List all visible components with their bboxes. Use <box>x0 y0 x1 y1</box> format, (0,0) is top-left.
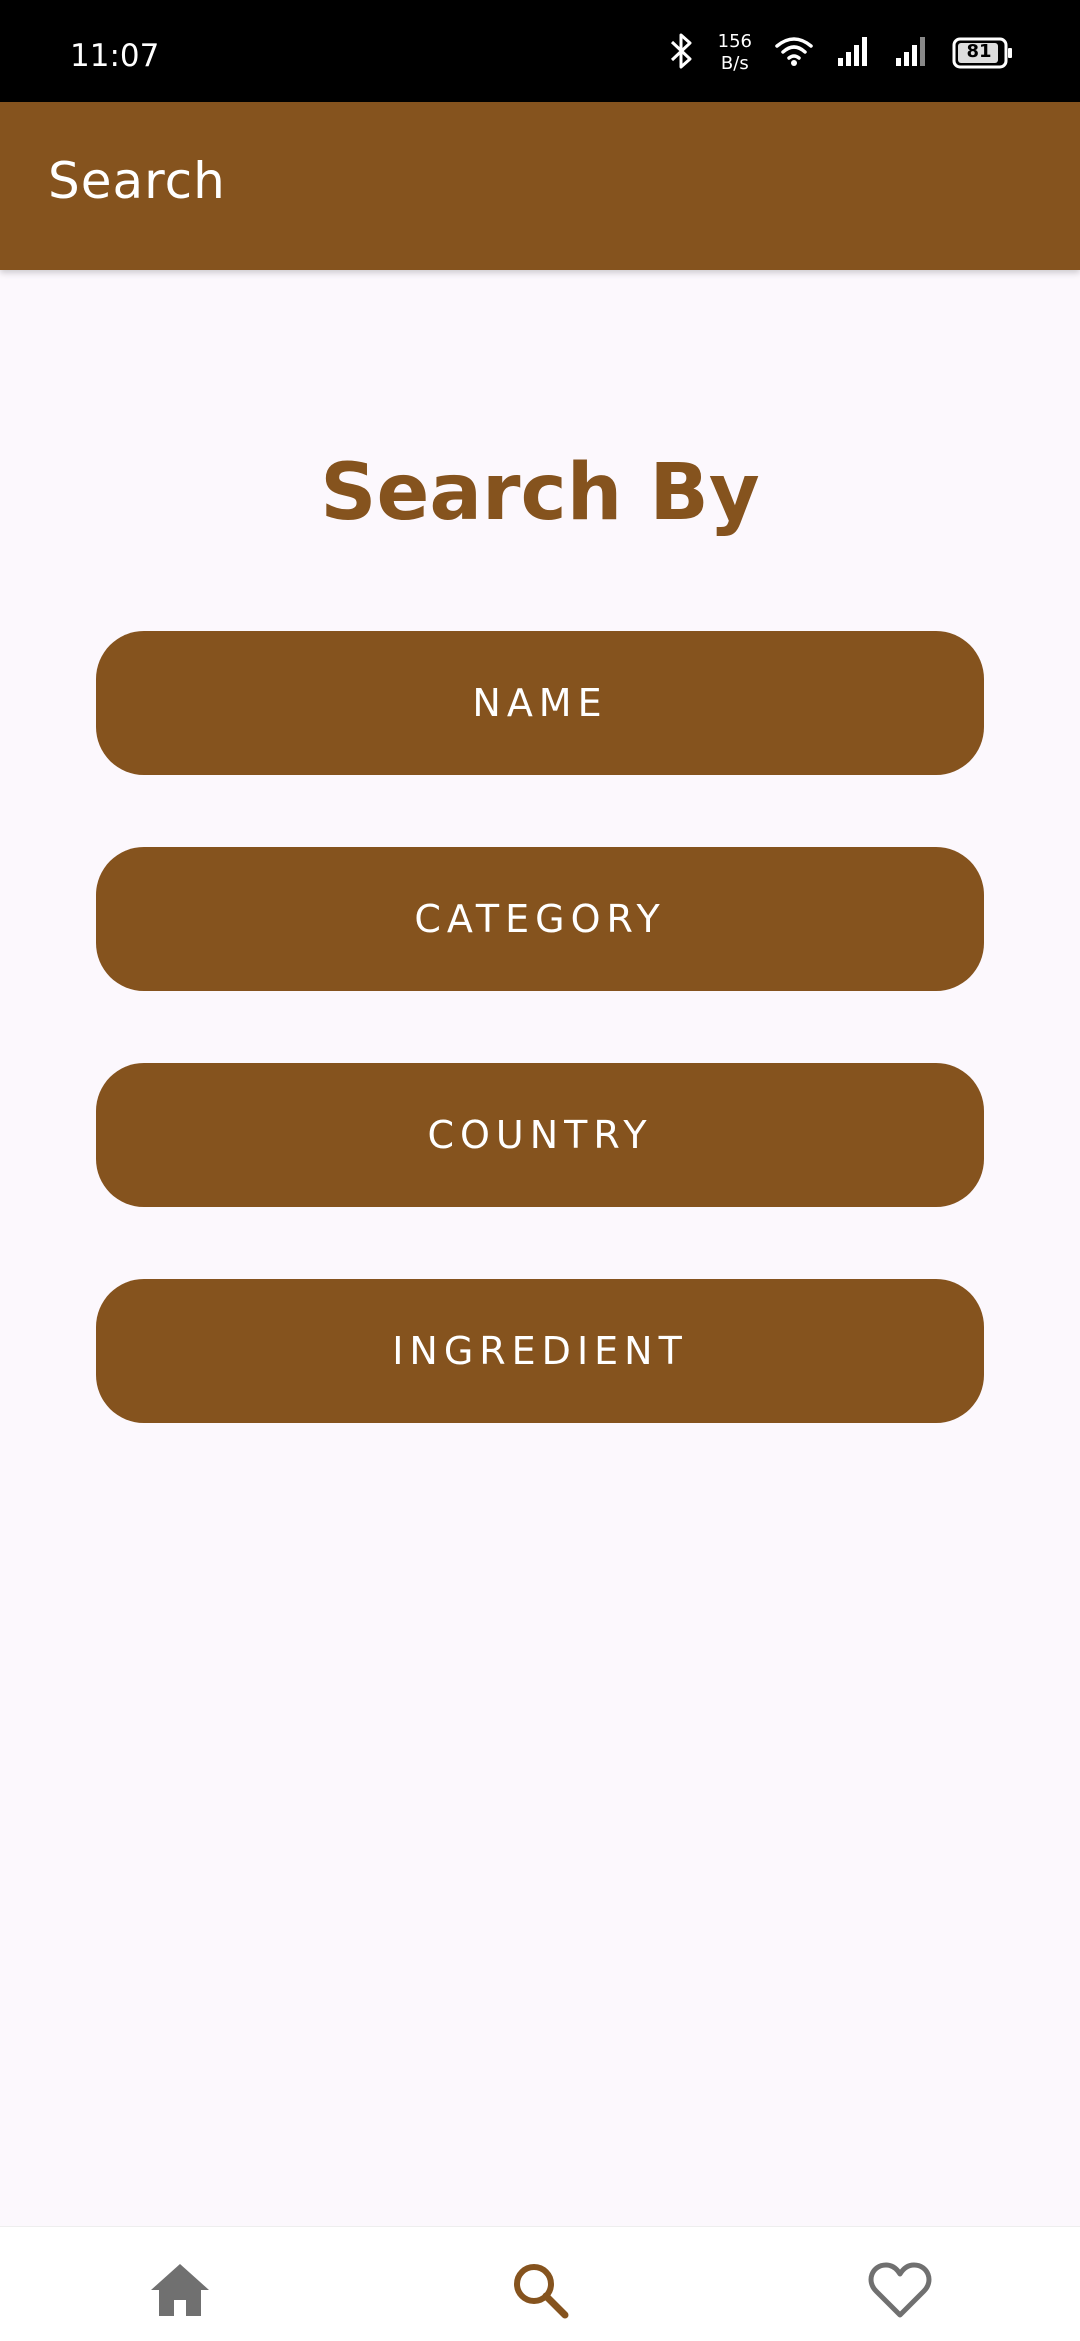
button-label: NAME <box>472 681 608 725</box>
signal-icon <box>836 34 872 72</box>
button-label: CATEGORY <box>414 897 666 941</box>
search-by-ingredient-button[interactable]: INGREDIENT <box>96 1279 984 1423</box>
page-title: Search <box>48 152 226 210</box>
button-label: COUNTRY <box>427 1113 653 1157</box>
search-by-name-button[interactable]: NAME <box>96 631 984 775</box>
search-by-category-button[interactable]: CATEGORY <box>96 847 984 991</box>
nav-home[interactable] <box>145 2257 215 2327</box>
status-icons: 156 B/s 81 <box>666 28 1014 78</box>
net-speed-value: 156 <box>717 31 752 52</box>
status-time: 11:07 <box>70 38 160 74</box>
battery-level: 81 <box>966 41 992 62</box>
nav-search[interactable] <box>505 2257 575 2327</box>
search-by-heading: Search By <box>320 448 760 538</box>
signal-icon <box>894 34 930 72</box>
button-label: INGREDIENT <box>392 1329 688 1373</box>
home-icon <box>149 2262 211 2322</box>
heart-icon <box>868 2261 932 2323</box>
search-icon <box>510 2260 570 2324</box>
battery-icon: 81 <box>952 37 1014 69</box>
search-by-country-button[interactable]: COUNTRY <box>96 1063 984 1207</box>
net-speed-unit: B/s <box>720 53 749 74</box>
wifi-icon <box>774 34 814 72</box>
nav-favorites[interactable] <box>865 2257 935 2327</box>
net-speed: 156 B/s <box>718 31 752 75</box>
bottom-navigation <box>0 2226 1080 2341</box>
status-bar: 11:07 156 B/s 81 <box>0 0 1080 102</box>
bluetooth-icon <box>666 31 696 75</box>
app-bar: Search <box>0 102 1080 270</box>
